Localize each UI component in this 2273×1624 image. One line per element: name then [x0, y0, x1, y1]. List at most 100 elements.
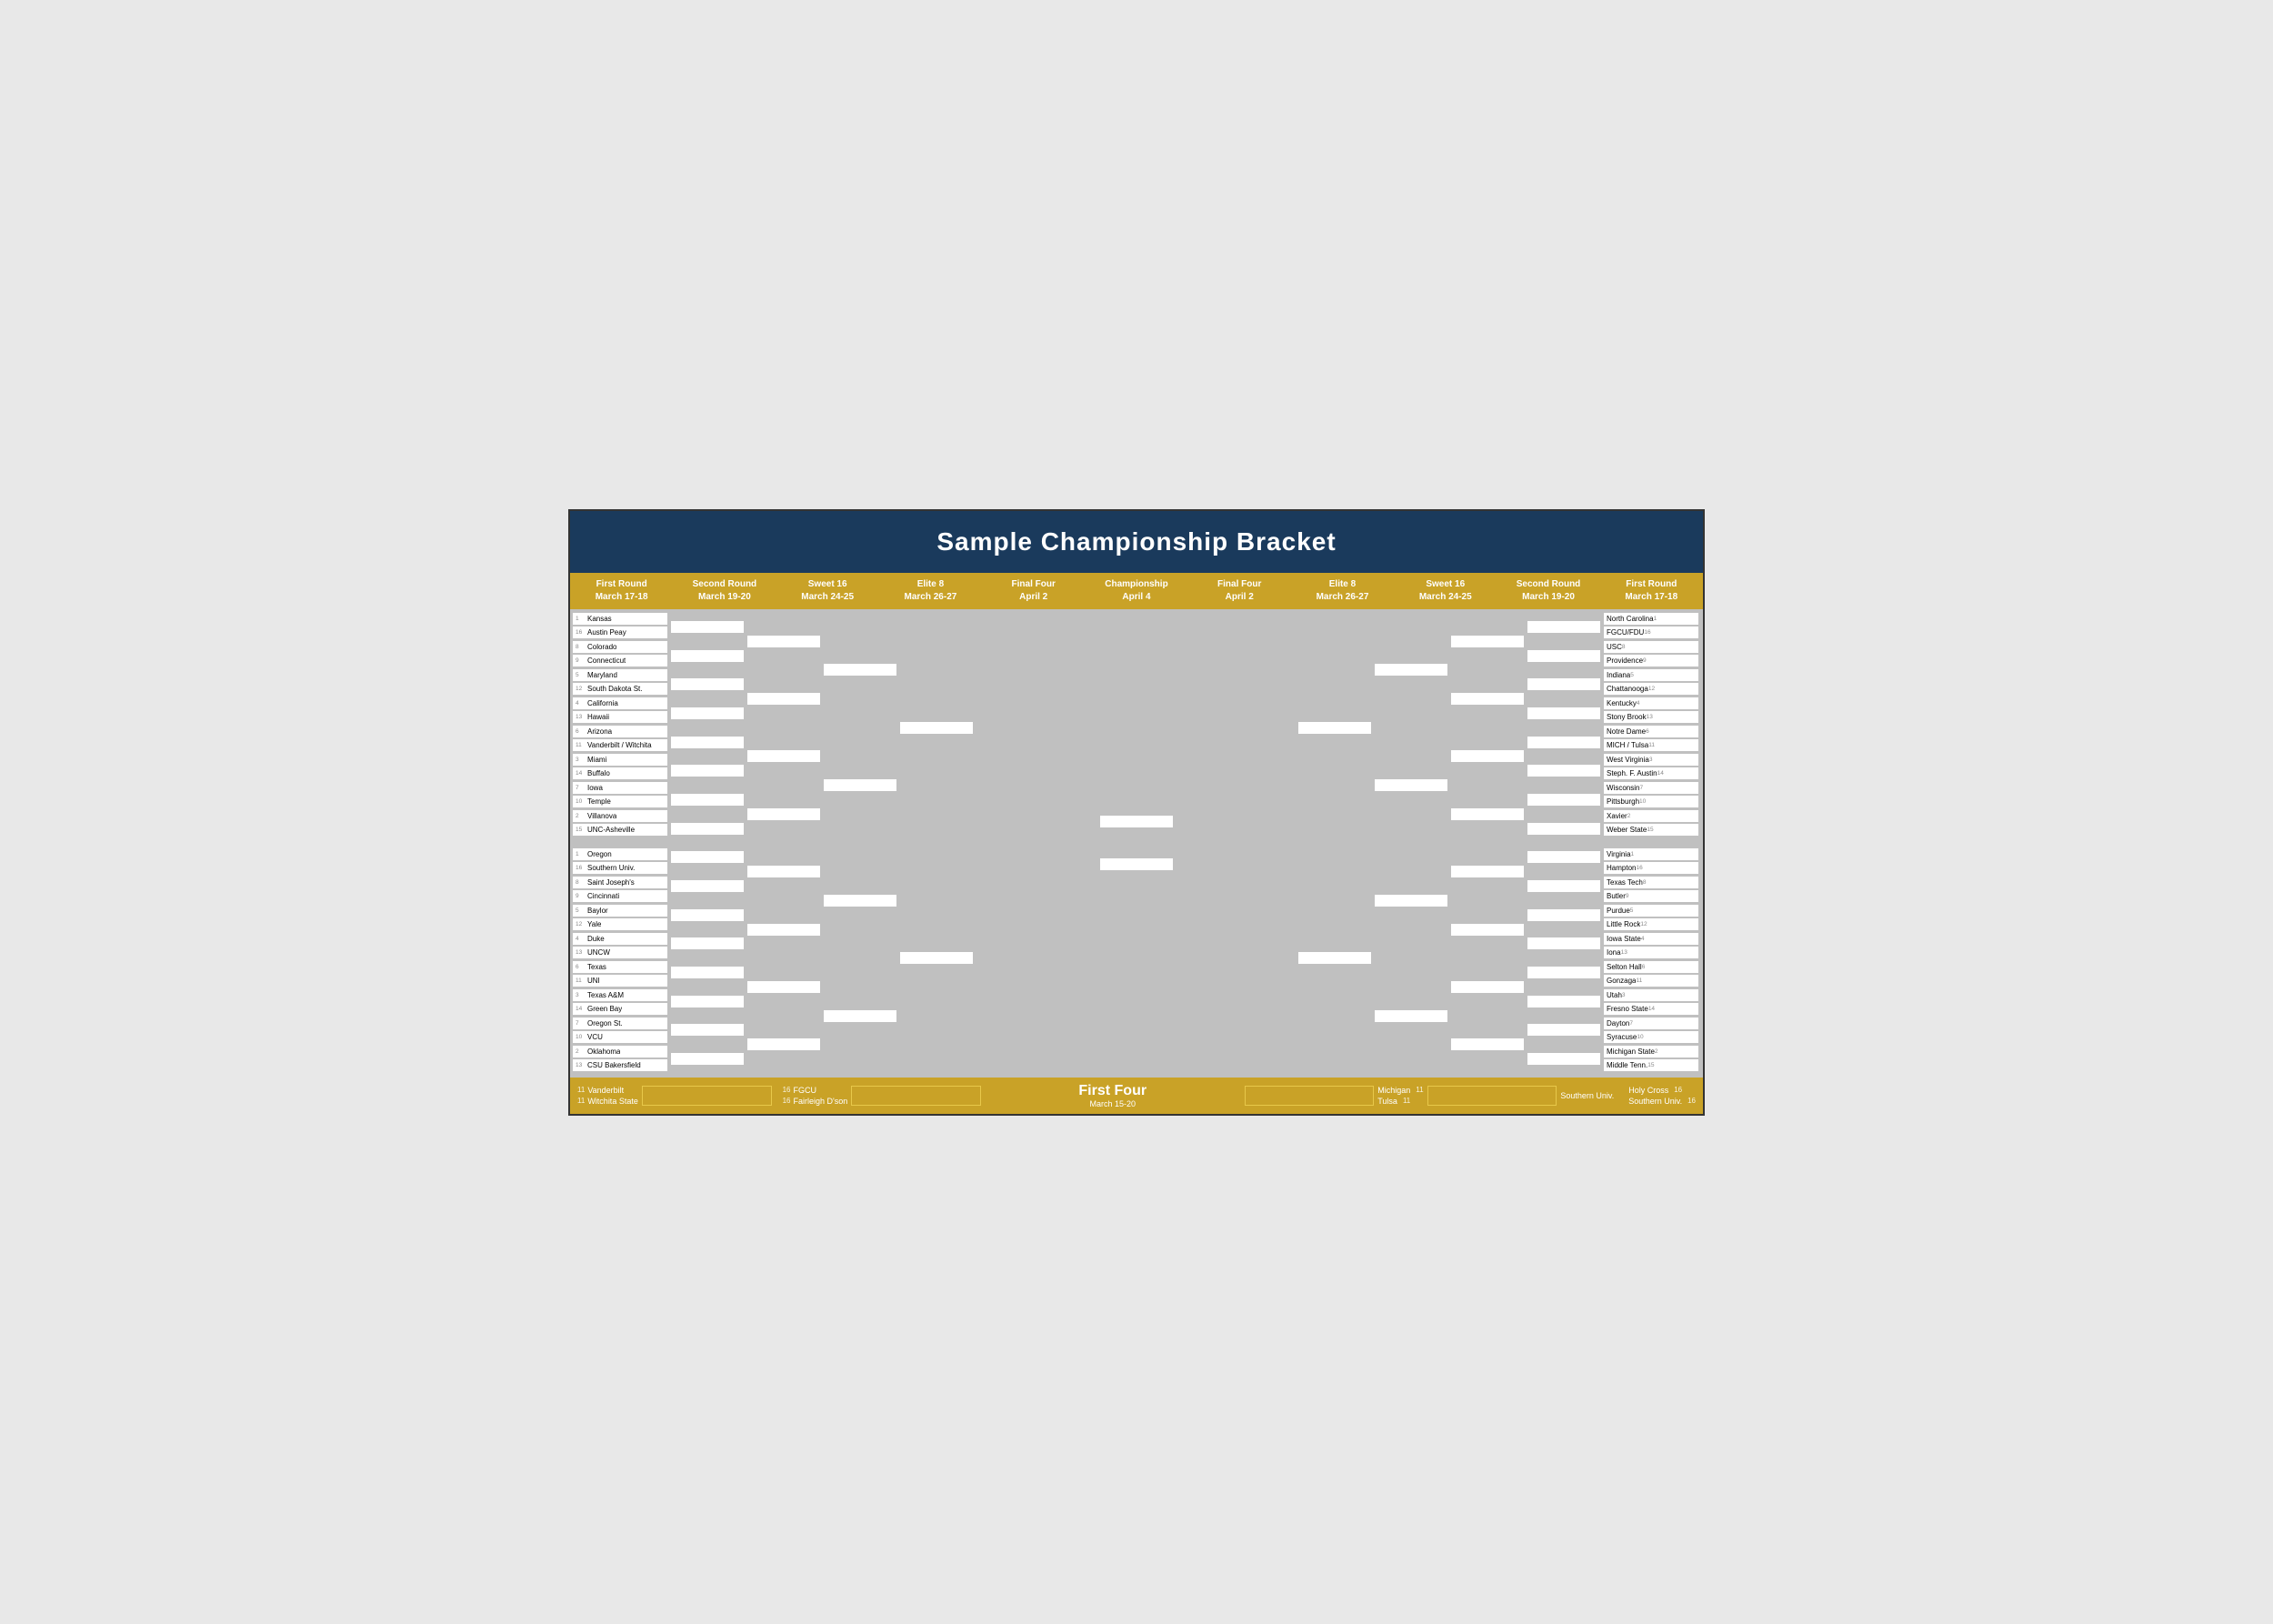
- team-name: Indiana: [1607, 671, 1630, 679]
- matchup: 8Colorado9Connecticut: [573, 641, 669, 667]
- team-name: Yale: [587, 920, 601, 928]
- team-name: Baylor: [587, 907, 608, 915]
- blank-slot: [1527, 794, 1600, 806]
- team-name: Weber State: [1607, 826, 1647, 834]
- team-slot: 3Miami: [573, 754, 667, 766]
- team-name: Saint Joseph's: [587, 878, 635, 887]
- matchup: 5Baylor 12Yale: [573, 905, 669, 930]
- seed-number: 14: [1657, 770, 1667, 777]
- team-name: VCU: [587, 1033, 603, 1041]
- blank-slot: [671, 1053, 744, 1065]
- seed-number: 7: [1639, 785, 1649, 791]
- ff-left-1: 11 Vanderbilt 11 Witchita State: [577, 1086, 638, 1106]
- team-slot: 8Colorado: [573, 641, 667, 653]
- blank-slot: [900, 722, 973, 734]
- center-champ: [1098, 613, 1175, 1074]
- first-four-bar: 11 Vanderbilt 11 Witchita State 16 FGCU …: [570, 1078, 1703, 1114]
- team-name: Villanova: [587, 812, 616, 820]
- team-slot: 13CSU Bakersfield: [573, 1059, 667, 1071]
- ff-main-label: First Four: [985, 1083, 1241, 1099]
- seed-number: 5: [1630, 907, 1640, 914]
- matchup: 7Iowa10Temple: [573, 782, 669, 807]
- team-slot: 2Michigan State: [1604, 1046, 1698, 1058]
- round-header-6: Final FourApril 2: [1188, 573, 1291, 609]
- right-r1: 1North Carolina16FGCU/FDU8USC9Providence…: [1603, 613, 1701, 1074]
- team-name: Middle Tenn.: [1607, 1061, 1647, 1069]
- blank-slot: [824, 779, 896, 791]
- team-slot: 10Pittsburgh: [1604, 796, 1698, 807]
- ff-team-vanderbilt: 11 Vanderbilt: [577, 1086, 638, 1095]
- team-slot: 5Maryland: [573, 669, 667, 681]
- blank-slot: [747, 750, 820, 762]
- team-slot: 12South Dakota St.: [573, 683, 667, 695]
- ff-team-michigan: Michigan 11: [1377, 1086, 1423, 1095]
- ff-name-southern: Southern Univ.: [1628, 1097, 1682, 1106]
- team-name: Kansas: [587, 615, 612, 623]
- matchup: 3West Virginia14Steph. F. Austin: [1604, 754, 1700, 779]
- blank-slot: [747, 866, 820, 877]
- matchup: 6Notre Dame 11MICH / Tulsa: [1604, 726, 1700, 751]
- left-side: 1 Kansas 16Austin Peay 8Colorado9Connecticu…: [572, 613, 1098, 1074]
- seed-number: 16: [1636, 865, 1646, 871]
- ff-seed-7: 16: [1674, 1086, 1682, 1094]
- team-name: FGCU/FDU: [1607, 628, 1644, 637]
- seed-number: 13: [1647, 714, 1657, 720]
- team-name: Cincinnati: [587, 892, 619, 900]
- seed-number: 10: [1637, 1034, 1647, 1040]
- team-slot: 16Austin Peay: [573, 627, 667, 638]
- seed-number: 1: [576, 851, 586, 857]
- blank-slot: [1375, 664, 1447, 676]
- team-slot: 5Baylor: [573, 905, 667, 917]
- team-slot: 15Weber State: [1604, 824, 1698, 836]
- seed-number: 6: [576, 728, 586, 735]
- matchup: 1Oregon16Southern Univ.: [573, 848, 669, 874]
- team-slot: 15Middle Tenn.: [1604, 1059, 1698, 1071]
- team-slot: 3Texas A&M: [573, 989, 667, 1001]
- blank-slot: [1527, 909, 1600, 921]
- main-bracket: 1 Kansas 16Austin Peay 8Colorado9Connecticu…: [570, 609, 1703, 1078]
- ff-left-2: 16 FGCU 16 Fairleigh D'son: [783, 1086, 848, 1106]
- team-name: Virginia: [1607, 850, 1631, 858]
- blank-slot: [671, 650, 744, 662]
- seed-number: 9: [576, 893, 586, 899]
- team-name: Hampton: [1607, 864, 1636, 872]
- matchup: 4California13Hawaii: [573, 697, 669, 723]
- team-slot: 6Notre Dame: [1604, 726, 1698, 737]
- team-name: Duke: [587, 935, 605, 943]
- blank-slot: [671, 1024, 744, 1036]
- round-header-2: Second RoundMarch 19-20: [673, 573, 776, 609]
- right-r4: [1374, 613, 1450, 1074]
- left-r3: [746, 613, 823, 1074]
- seed-number: 8: [1643, 879, 1653, 886]
- blank-slot: [1375, 895, 1447, 907]
- seed-number: 16: [1644, 629, 1654, 636]
- blank-slot: [1527, 678, 1600, 690]
- ff-name-fgcu: FGCU: [794, 1086, 817, 1095]
- blank-slot: [1527, 937, 1600, 949]
- team-slot: 11MICH / Tulsa: [1604, 739, 1698, 751]
- seed-number: 11: [576, 977, 586, 984]
- blank-slot: [1527, 967, 1600, 978]
- round-headers: First RoundMarch 17-18 Second RoundMarch…: [570, 573, 1703, 609]
- seed-number: 9: [1626, 893, 1636, 899]
- team-slot: 11Vanderbilt / Witchita: [573, 739, 667, 751]
- team-name: Oregon: [587, 850, 612, 858]
- matchup: 2Oklahoma13CSU Bakersfield: [573, 1046, 669, 1071]
- seed-number: 12: [576, 921, 586, 927]
- bracket-title: Sample Championship Bracket: [570, 511, 1703, 573]
- blank-slot: [900, 952, 973, 964]
- seed-number: 14: [576, 1006, 586, 1012]
- team-slot: 16FGCU/FDU: [1604, 627, 1698, 638]
- team-name: California: [587, 699, 618, 707]
- ff-team-southern: Southern Univ. 16: [1628, 1097, 1696, 1106]
- ff-seed-2: 11: [577, 1097, 585, 1105]
- blank-slot: [1451, 981, 1524, 993]
- seed-number: 4: [576, 936, 586, 942]
- blank-slot: [1375, 1010, 1447, 1022]
- team-slot: 4Kentucky: [1604, 697, 1698, 709]
- blank-slot: [1527, 621, 1600, 633]
- matchup: 7Wisconsin10Pittsburgh: [1604, 782, 1700, 807]
- seed-number: 4: [1637, 700, 1647, 707]
- team-slot: 7Dayton: [1604, 1018, 1698, 1029]
- seed-number: 2: [576, 813, 586, 819]
